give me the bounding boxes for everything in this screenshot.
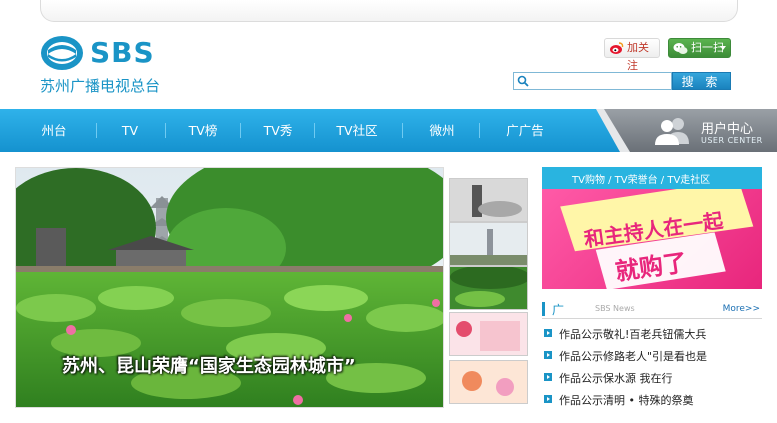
search-icon <box>517 75 529 87</box>
ad-body: 和主持人在一起 就购了 <box>542 179 762 289</box>
thumbnail-image <box>450 267 527 309</box>
nav-item-guanggao[interactable]: 广广告 <box>492 109 558 152</box>
thumbnail-1[interactable] <box>449 178 528 222</box>
news-header-bar <box>542 302 545 316</box>
ad-graphic: 和主持人在一起 就购了 <box>560 179 754 289</box>
user-center-en-label: USER CENTER <box>701 136 763 145</box>
user-group-icon <box>655 118 689 145</box>
nav-separator <box>479 123 480 138</box>
news-item[interactable]: 作品公示敬礼!百老兵钮儒大兵 <box>544 325 774 343</box>
nav-separator <box>96 123 97 138</box>
ad-topic-bar: TV购物 / TV荣誉台 / TV走社区 <box>542 167 762 189</box>
wechat-scan-button[interactable]: 扫一扫 <box>668 38 731 58</box>
news-more-link[interactable]: More>> <box>723 304 760 314</box>
thumbnail-image <box>450 223 527 265</box>
news-item[interactable]: 作品公示保水源 我在行 <box>544 369 774 387</box>
thumbnail-image <box>450 361 527 403</box>
news-title: 广 <box>552 303 565 317</box>
nav-item-wei-suzhou[interactable]: 微州 <box>412 109 472 152</box>
nav-item-suzhou-tai[interactable]: 州台 <box>22 109 86 152</box>
news-item-text: 作品公示修路老人"引是看也是 <box>559 350 708 363</box>
thumbnail-4[interactable] <box>449 312 528 356</box>
logo-subtitle: 苏州广播电视总台 <box>40 77 161 95</box>
news-divider <box>542 318 762 319</box>
page: SBS 苏州广播电视总台 加关注 扫一扫 搜 索 州台 TV TV榜 TV秀 T… <box>0 0 777 423</box>
thumbnail-image <box>450 313 527 355</box>
search-button[interactable]: 搜 索 <box>672 72 731 90</box>
nav-item-tv-bang[interactable]: TV榜 <box>175 109 231 152</box>
banner-caption: 苏州、昆山荣膺“国家生态园林城市” <box>62 356 356 377</box>
wechat-icon <box>673 43 688 54</box>
news-header: 广 SBS News More>> <box>542 300 762 318</box>
thumbnail-image <box>450 179 527 221</box>
bullet-arrow-icon <box>544 351 552 359</box>
thumbnail-2[interactable] <box>449 222 528 266</box>
chevron-down-icon <box>720 46 726 50</box>
thumbnail-3[interactable] <box>449 266 528 310</box>
logo-text: SBS <box>90 36 155 69</box>
news-title-en: SBS News <box>595 304 635 313</box>
user-center-button[interactable]: 用户中心 USER CENTER <box>596 109 777 152</box>
bullet-arrow-icon <box>544 395 552 403</box>
nav-separator <box>165 123 166 138</box>
nav-item-tv-xiu[interactable]: TV秀 <box>250 109 306 152</box>
news-item[interactable]: 作品公示修路老人"引是看也是 <box>544 347 774 365</box>
weibo-icon <box>610 42 624 54</box>
thumbnail-5[interactable] <box>449 360 528 404</box>
search-box <box>513 72 672 90</box>
bullet-arrow-icon <box>544 373 552 381</box>
user-center-label: 用户中心 <box>701 122 754 137</box>
nav-separator <box>240 123 241 138</box>
nav-item-tv-shequ[interactable]: TV社区 <box>322 109 392 152</box>
nav-separator <box>314 123 315 138</box>
site-logo[interactable]: SBS 苏州广播电视总台 <box>40 34 180 96</box>
top-strip <box>40 0 738 22</box>
news-item-text: 作品公示敬礼!百老兵钮儒大兵 <box>559 328 707 341</box>
nav-item-tv-su[interactable]: TV <box>104 109 156 152</box>
main-banner[interactable]: 苏州、昆山荣膺“国家生态园林城市” <box>15 167 444 408</box>
news-item-text: 作品公示保水源 我在行 <box>559 372 673 385</box>
promo-ad[interactable]: TV购物 / TV荣誉台 / TV走社区 和主持人在一起 就购了 <box>542 167 762 289</box>
ad-topics: TV购物 / TV荣誉台 / TV走社区 <box>572 175 711 186</box>
bullet-arrow-icon <box>544 329 552 337</box>
news-item[interactable]: 作品公示清明 • 特殊的祭奠 <box>544 391 774 409</box>
nav-separator <box>402 123 403 138</box>
search-input[interactable] <box>532 74 670 88</box>
news-item-text: 作品公示清明 • 特殊的祭奠 <box>559 394 694 407</box>
weibo-follow-button[interactable]: 加关注 <box>604 38 660 72</box>
logo-mark-icon <box>41 36 83 70</box>
follow-label: 加关注 <box>627 41 649 72</box>
